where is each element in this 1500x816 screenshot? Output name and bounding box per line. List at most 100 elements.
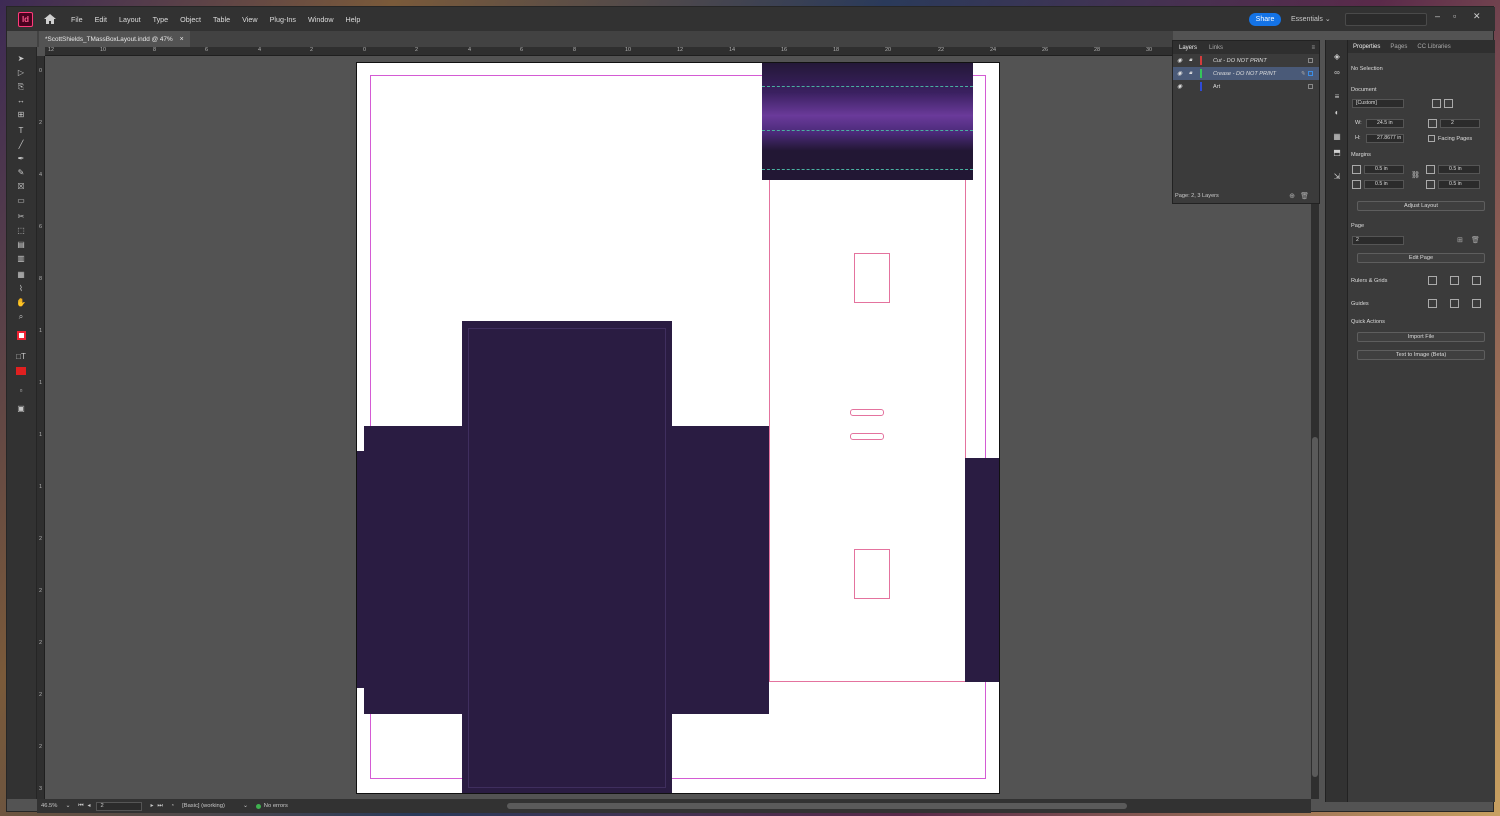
last-page-icon[interactable]: ⏭	[157, 803, 162, 810]
eye-icon[interactable]: ◉	[1177, 57, 1182, 64]
tab-cc-libraries[interactable]: CC Libraries	[1412, 44, 1455, 50]
ruler-icon[interactable]	[1428, 276, 1437, 285]
type-tool-icon[interactable]: T	[15, 125, 27, 136]
minimize-icon[interactable]: –	[1435, 11, 1440, 21]
document-grid-icon[interactable]	[1472, 276, 1481, 285]
facing-pages-checkbox[interactable]	[1428, 135, 1435, 142]
galaxy-art-panel[interactable]	[762, 63, 973, 180]
baseline-grid-icon[interactable]	[1450, 276, 1459, 285]
chevron-down-icon[interactable]: ⌄	[65, 803, 70, 809]
close-tab-icon[interactable]: ×	[180, 36, 184, 43]
link-margins-icon[interactable]: ⛓	[1411, 171, 1420, 179]
menu-layout[interactable]: Layout	[113, 15, 147, 24]
rectangle-frame-tool-icon[interactable]: ☒	[15, 181, 27, 192]
gap-tool-icon[interactable]: ↔	[15, 95, 27, 106]
color-icon[interactable]: ◐	[1332, 108, 1342, 118]
links-icon[interactable]: ∞	[1332, 68, 1342, 78]
workspace-switcher[interactable]: Essentials ⌄	[1291, 15, 1331, 23]
layer-name[interactable]: Art	[1213, 84, 1220, 90]
apply-color-icon[interactable]	[15, 367, 27, 378]
layer-target-icon[interactable]	[1308, 58, 1313, 63]
tab-layers[interactable]: Layers	[1173, 45, 1203, 51]
pasteboard[interactable]	[46, 57, 1171, 799]
margin-top-field[interactable]: 0.5 in	[1364, 165, 1404, 174]
eye-icon[interactable]: ◉	[1177, 83, 1182, 90]
layer-target-icon[interactable]	[1308, 71, 1313, 76]
horizontal-scroll-thumb[interactable]	[507, 803, 1127, 809]
vertical-scroll-thumb[interactable]	[1312, 437, 1318, 777]
menu-object[interactable]: Object	[174, 15, 207, 24]
panel-menu-icon[interactable]: ≡	[1311, 45, 1315, 51]
menu-window[interactable]: Window	[302, 15, 340, 24]
text-to-image-button[interactable]: Text to Image (Beta)	[1357, 350, 1485, 360]
margin-left-field[interactable]: 0.5 in	[1438, 165, 1480, 174]
export-icon[interactable]: ⇲	[1332, 172, 1342, 182]
menu-file[interactable]: File	[65, 15, 89, 24]
adjust-layout-button[interactable]: Adjust Layout	[1357, 201, 1485, 211]
selection-tool-icon[interactable]: ➤	[15, 53, 27, 64]
fill-stroke-icon[interactable]	[15, 331, 27, 342]
document-page[interactable]	[356, 62, 1000, 794]
eye-icon[interactable]: ◉	[1177, 70, 1182, 77]
tab-pages[interactable]: Pages	[1385, 44, 1412, 50]
menu-type[interactable]: Type	[147, 15, 175, 24]
tab-properties[interactable]: Properties	[1348, 44, 1385, 50]
zoom-level[interactable]: 46.5%	[41, 803, 57, 809]
layers-icon[interactable]: ◈	[1332, 52, 1342, 62]
maximize-icon[interactable]: ▫	[1453, 11, 1456, 21]
previous-page-icon[interactable]: ◂	[88, 803, 91, 809]
smart-guides-icon[interactable]	[1450, 299, 1459, 308]
layer-row[interactable]: ◉ 🔒︎ Cut - DO NOT PRINT	[1173, 54, 1319, 67]
next-page-icon[interactable]: ▸	[150, 803, 153, 809]
pencil-tool-icon[interactable]: ✎	[15, 167, 27, 178]
add-page-icon[interactable]: ⊞	[1457, 236, 1463, 244]
hand-tool-icon[interactable]: ✋	[15, 297, 27, 308]
menu-edit[interactable]: Edit	[89, 15, 113, 24]
lock-icon[interactable]: 🔒︎	[1189, 57, 1192, 64]
guides-icon[interactable]	[1428, 299, 1437, 308]
scissors-tool-icon[interactable]: ✂	[15, 211, 27, 222]
layer-name[interactable]: Crease - DO NOT PRINT	[1213, 71, 1276, 77]
rectangle-tool-icon[interactable]: ▭	[15, 195, 27, 206]
close-icon[interactable]: ✕	[1473, 11, 1481, 22]
layer-row[interactable]: ◉ Art	[1173, 80, 1319, 93]
portrait-orientation-icon[interactable]	[1432, 99, 1441, 108]
menu-view[interactable]: View	[236, 15, 263, 24]
gradient-feather-tool-icon[interactable]: ▥	[15, 253, 27, 264]
preflight-errors[interactable]: No errors	[264, 803, 288, 809]
eyedropper-tool-icon[interactable]: ⌇	[15, 283, 27, 294]
height-field[interactable]: 27.8677 in	[1366, 134, 1404, 143]
layer-row[interactable]: ◉ 🔒︎ Crease - DO NOT PRINT ✎	[1173, 67, 1319, 80]
free-transform-tool-icon[interactable]: ⬚	[15, 225, 27, 236]
preflight-profile[interactable]: [Basic] (working)	[182, 803, 225, 809]
trash-icon[interactable]: 🗑︎	[1300, 192, 1309, 200]
box-art-flap[interactable]	[357, 451, 367, 688]
landscape-orientation-icon[interactable]	[1444, 99, 1453, 108]
side-art-strip[interactable]	[965, 458, 999, 682]
lock-guides-icon[interactable]	[1472, 299, 1481, 308]
import-file-button[interactable]: Import File	[1357, 332, 1485, 342]
pages-field[interactable]: 2	[1440, 119, 1480, 128]
note-tool-icon[interactable]: ▦	[15, 269, 27, 280]
page-select[interactable]: 2	[1352, 236, 1404, 245]
chevron-down-icon[interactable]: ⌄	[243, 803, 248, 809]
delete-page-icon[interactable]: 🗑︎	[1471, 236, 1480, 244]
width-field[interactable]: 24.5 in	[1366, 119, 1404, 128]
gradient-swatch-tool-icon[interactable]: ▤	[15, 239, 27, 250]
direct-selection-tool-icon[interactable]: ▷	[15, 67, 27, 78]
menu-help[interactable]: Help	[340, 15, 367, 24]
line-tool-icon[interactable]: ╱	[15, 139, 27, 150]
vertical-ruler[interactable]: 0 2 4 6 8 1 1 1 1 2 2 2 2 2 3	[37, 56, 45, 799]
cc-libraries-icon[interactable]: ⬒	[1332, 148, 1342, 158]
document-tab[interactable]: *ScottShields_TMassBoxLayout.indd @ 47% …	[39, 31, 190, 47]
margin-right-field[interactable]: 0.5 in	[1438, 180, 1480, 189]
pen-tool-icon[interactable]: ✒	[15, 153, 27, 164]
layer-name[interactable]: Cut - DO NOT PRINT	[1213, 58, 1267, 64]
new-layer-icon[interactable]: ⊕	[1289, 192, 1295, 200]
zoom-tool-icon[interactable]: ⌕	[15, 311, 27, 322]
formatting-container-icon[interactable]: □T	[15, 351, 27, 362]
horizontal-ruler[interactable]: 12 10 8 6 4 2 0 2 4 6 8 10 12 14 16 18 2…	[45, 47, 1173, 56]
page-tool-icon[interactable]: ⎘	[15, 81, 27, 92]
stroke-icon[interactable]: ≡	[1332, 92, 1342, 102]
menu-plugins[interactable]: Plug-Ins	[264, 15, 302, 24]
